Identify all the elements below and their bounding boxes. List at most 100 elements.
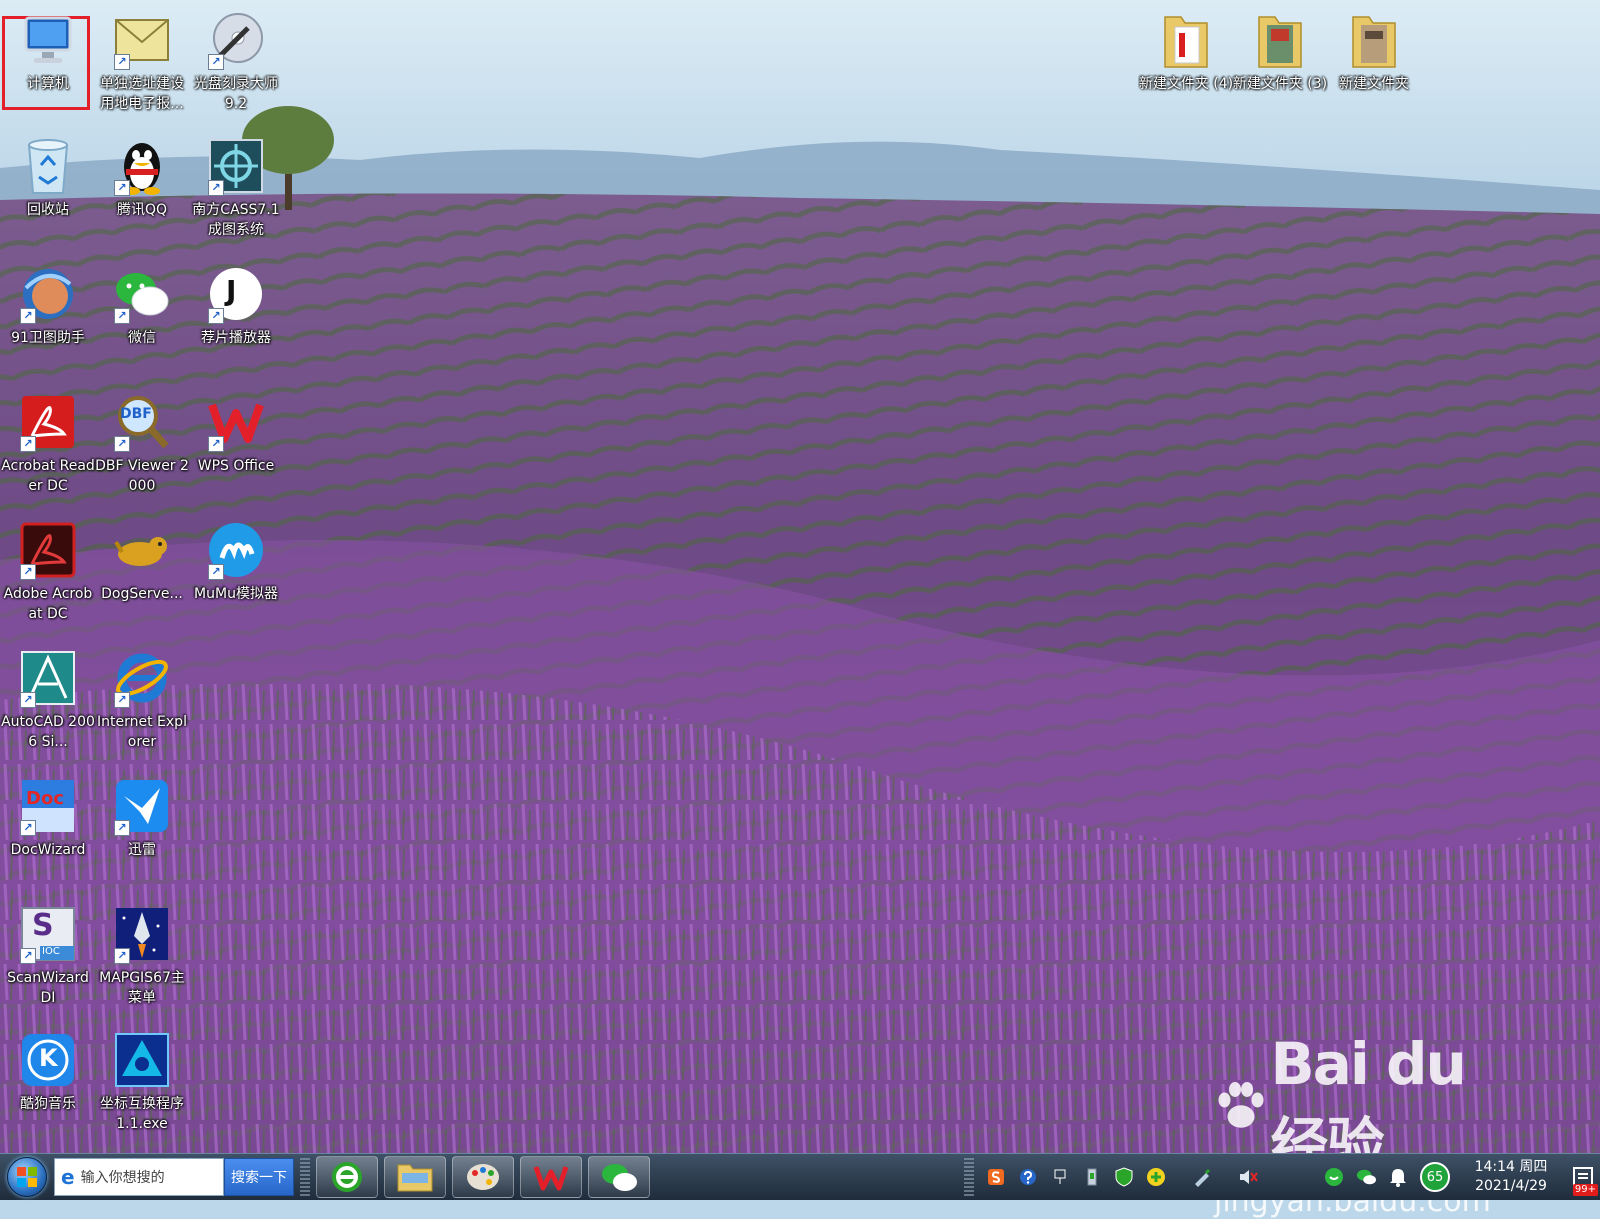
rocket-icon: ↗ <box>112 904 172 964</box>
shortcut-arrow-icon: ↗ <box>20 692 36 708</box>
desktop-icon-computer[interactable]: 计算机 <box>2 4 94 120</box>
autocad-icon: ↗ <box>18 648 78 708</box>
coordinate-converter-icon <box>112 1030 172 1090</box>
desktop-icon-dogserver[interactable]: DogServe... <box>96 514 188 630</box>
docwizard-icon: Doc ↗ <box>18 776 78 836</box>
shortcut-arrow-icon: ↗ <box>20 564 36 580</box>
scanwizard-icon: S IOC ↗ <box>18 904 78 964</box>
qq-penguin-icon: ↗ <box>112 136 172 196</box>
desktop-icon-recycle-bin[interactable]: 回收站 <box>2 130 94 246</box>
desktop-icon-mumu[interactable]: ↗ MuMu模拟器 <box>190 514 282 630</box>
shortcut-arrow-icon: ↗ <box>114 54 130 70</box>
desktop-folder-new-3[interactable]: 新建文件夹 (3) <box>1233 4 1327 120</box>
sogou-input-icon[interactable] <box>986 1167 1006 1187</box>
taskbar-ie-button[interactable] <box>316 1156 378 1198</box>
disc-icon: ↗ <box>206 10 266 70</box>
shortcut-arrow-icon: ↗ <box>208 564 224 580</box>
desktop-folder-new-4[interactable]: 新建文件夹 (4) <box>1139 4 1233 120</box>
jianpian-glyph: J <box>226 274 237 307</box>
desktop-icon-xunlei[interactable]: ↗ 迅雷 <box>96 770 188 886</box>
wechat-tray-icon[interactable] <box>1356 1167 1376 1187</box>
desktop-icon-coordinate-converter[interactable]: 坐标互换程序1.1.exe <box>96 1024 188 1140</box>
tray-grip[interactable] <box>964 1158 974 1196</box>
taskbar-wechat-button[interactable] <box>588 1156 650 1198</box>
taskbar-explorer-button[interactable] <box>384 1156 446 1198</box>
clock-date: 2021/4/29 <box>1475 1178 1547 1194</box>
kugou-glyph: K <box>39 1044 58 1072</box>
wechat-green-tray-icon[interactable] <box>1324 1167 1344 1187</box>
usb-drive-icon[interactable] <box>1082 1167 1102 1187</box>
start-button[interactable] <box>0 1154 54 1200</box>
desktop-icon-jianpian-player[interactable]: J ↗ 荐片播放器 <box>190 258 282 374</box>
shortcut-arrow-icon: ↗ <box>208 308 224 324</box>
globe-icon: ↗ <box>18 264 78 324</box>
desktop-icon-wechat[interactable]: ↗ 微信 <box>96 258 188 374</box>
qq-count-badge[interactable]: 65 <box>1420 1162 1450 1192</box>
desktop-icon-qq[interactable]: ↗ 腾讯QQ <box>96 130 188 246</box>
docwizard-glyph: Doc <box>26 788 64 809</box>
notification-bell-icon[interactable] <box>1388 1167 1408 1187</box>
desktop-icon-mapgis[interactable]: ↗ MAPGIS67主菜单 <box>96 898 188 1014</box>
desktop-icon-kugou[interactable]: K 酷狗音乐 <box>2 1024 94 1140</box>
adobe-acrobat-icon: ↗ <box>18 520 78 580</box>
ie-logo-icon: e <box>61 1165 75 1189</box>
taskbar-paint-button[interactable] <box>452 1156 514 1198</box>
envelope-icon: ↗ <box>112 10 172 70</box>
internet-explorer-icon: ↗ <box>112 648 172 708</box>
folder-icon <box>1344 10 1404 70</box>
taskbar-wps-button[interactable] <box>520 1156 582 1198</box>
clock-time: 14:14 周四 <box>1474 1159 1548 1175</box>
desktop-icon-acrobat-reader[interactable]: ↗ Acrobat Reader DC <box>1 386 95 502</box>
shortcut-arrow-icon: ↗ <box>208 180 224 196</box>
desktop-icon-autocad[interactable]: ↗ AutoCAD 2006 Si... <box>1 642 95 758</box>
desktop-icon-wps-office[interactable]: ↗ WPS Office <box>190 386 282 502</box>
shortcut-arrow-icon: ↗ <box>114 436 130 452</box>
desktop-icon-land-report[interactable]: ↗ 单独选址建设用地电子报... <box>96 4 188 120</box>
volume-muted-icon[interactable] <box>1238 1167 1258 1187</box>
computer-icon <box>18 10 78 70</box>
security-shield-icon[interactable] <box>1114 1167 1134 1187</box>
scanwizard-sub-glyph: IOC <box>42 946 60 957</box>
network-activity-icon[interactable] <box>1050 1167 1070 1187</box>
shortcut-arrow-icon: ↗ <box>208 54 224 70</box>
acrobat-reader-icon: ↗ <box>18 392 78 452</box>
desktop-icon-docwizard[interactable]: Doc ↗ DocWizard <box>2 770 94 886</box>
folder-icon <box>1156 10 1216 70</box>
shortcut-arrow-icon: ↗ <box>20 948 36 964</box>
ie-green-icon <box>332 1162 362 1192</box>
desktop-folder-new[interactable]: 新建文件夹 <box>1328 4 1420 120</box>
desktop-icon-cass[interactable]: ↗ 南方CASS7.1成图系统 <box>190 130 282 246</box>
360-guard-icon[interactable] <box>1146 1167 1166 1187</box>
shortcut-arrow-icon: ↗ <box>208 436 224 452</box>
wps-office-icon <box>533 1166 569 1191</box>
shortcut-arrow-icon: ↗ <box>114 820 130 836</box>
taskbar-search-input[interactable]: e 输入你想搜的 <box>54 1158 224 1196</box>
dbf-glyph: DBF <box>120 406 152 422</box>
taskbar: e 输入你想搜的 搜索一下 65 14:14 周四 2021/4/29 99+ <box>0 1153 1600 1200</box>
toolbar-grip[interactable] <box>300 1158 310 1196</box>
xunlei-bird-icon: ↗ <box>112 776 172 836</box>
desktop-icon-dbf-viewer[interactable]: DBF ↗ DBF Viewer 2000 <box>95 386 189 502</box>
dbf-viewer-icon: DBF ↗ <box>112 392 172 452</box>
shortcut-arrow-icon: ↗ <box>114 948 130 964</box>
cass-icon: ↗ <box>206 136 266 196</box>
desktop-icon-scanwizard[interactable]: S IOC ↗ ScanWizard DI <box>2 898 94 1014</box>
shortcut-arrow-icon: ↗ <box>20 436 36 452</box>
desktop-icon-disc-burner[interactable]: ↗ 光盘刻录大师9.2 <box>190 4 282 120</box>
folder-icon <box>1250 10 1310 70</box>
notification-count-badge: 99+ <box>1572 1184 1598 1196</box>
pen-tool-icon[interactable] <box>1192 1167 1212 1187</box>
desktop-icon-91-weitu[interactable]: ↗ 91卫图助手 <box>2 258 94 374</box>
desktop-icon-adobe-acrobat-dc[interactable]: ↗ Adobe Acrobat DC <box>2 514 94 630</box>
action-center-button[interactable]: 99+ <box>1566 1154 1600 1200</box>
jianpian-player-icon: J ↗ <box>206 264 266 324</box>
help-icon[interactable] <box>1018 1167 1038 1187</box>
wps-office-icon: ↗ <box>206 392 266 452</box>
shortcut-arrow-icon: ↗ <box>114 180 130 196</box>
wechat-icon: ↗ <box>112 264 172 324</box>
baidu-jingyan-watermark: Bai du 经验 jingyan.baidu.com <box>1214 1030 1514 1219</box>
system-tray: 65 14:14 周四 2021/4/29 99+ <box>958 1154 1600 1200</box>
taskbar-clock[interactable]: 14:14 周四 2021/4/29 <box>1464 1158 1558 1196</box>
taskbar-search-button[interactable]: 搜索一下 <box>224 1158 294 1196</box>
desktop-icon-internet-explorer[interactable]: ↗ Internet Explorer <box>96 642 188 758</box>
